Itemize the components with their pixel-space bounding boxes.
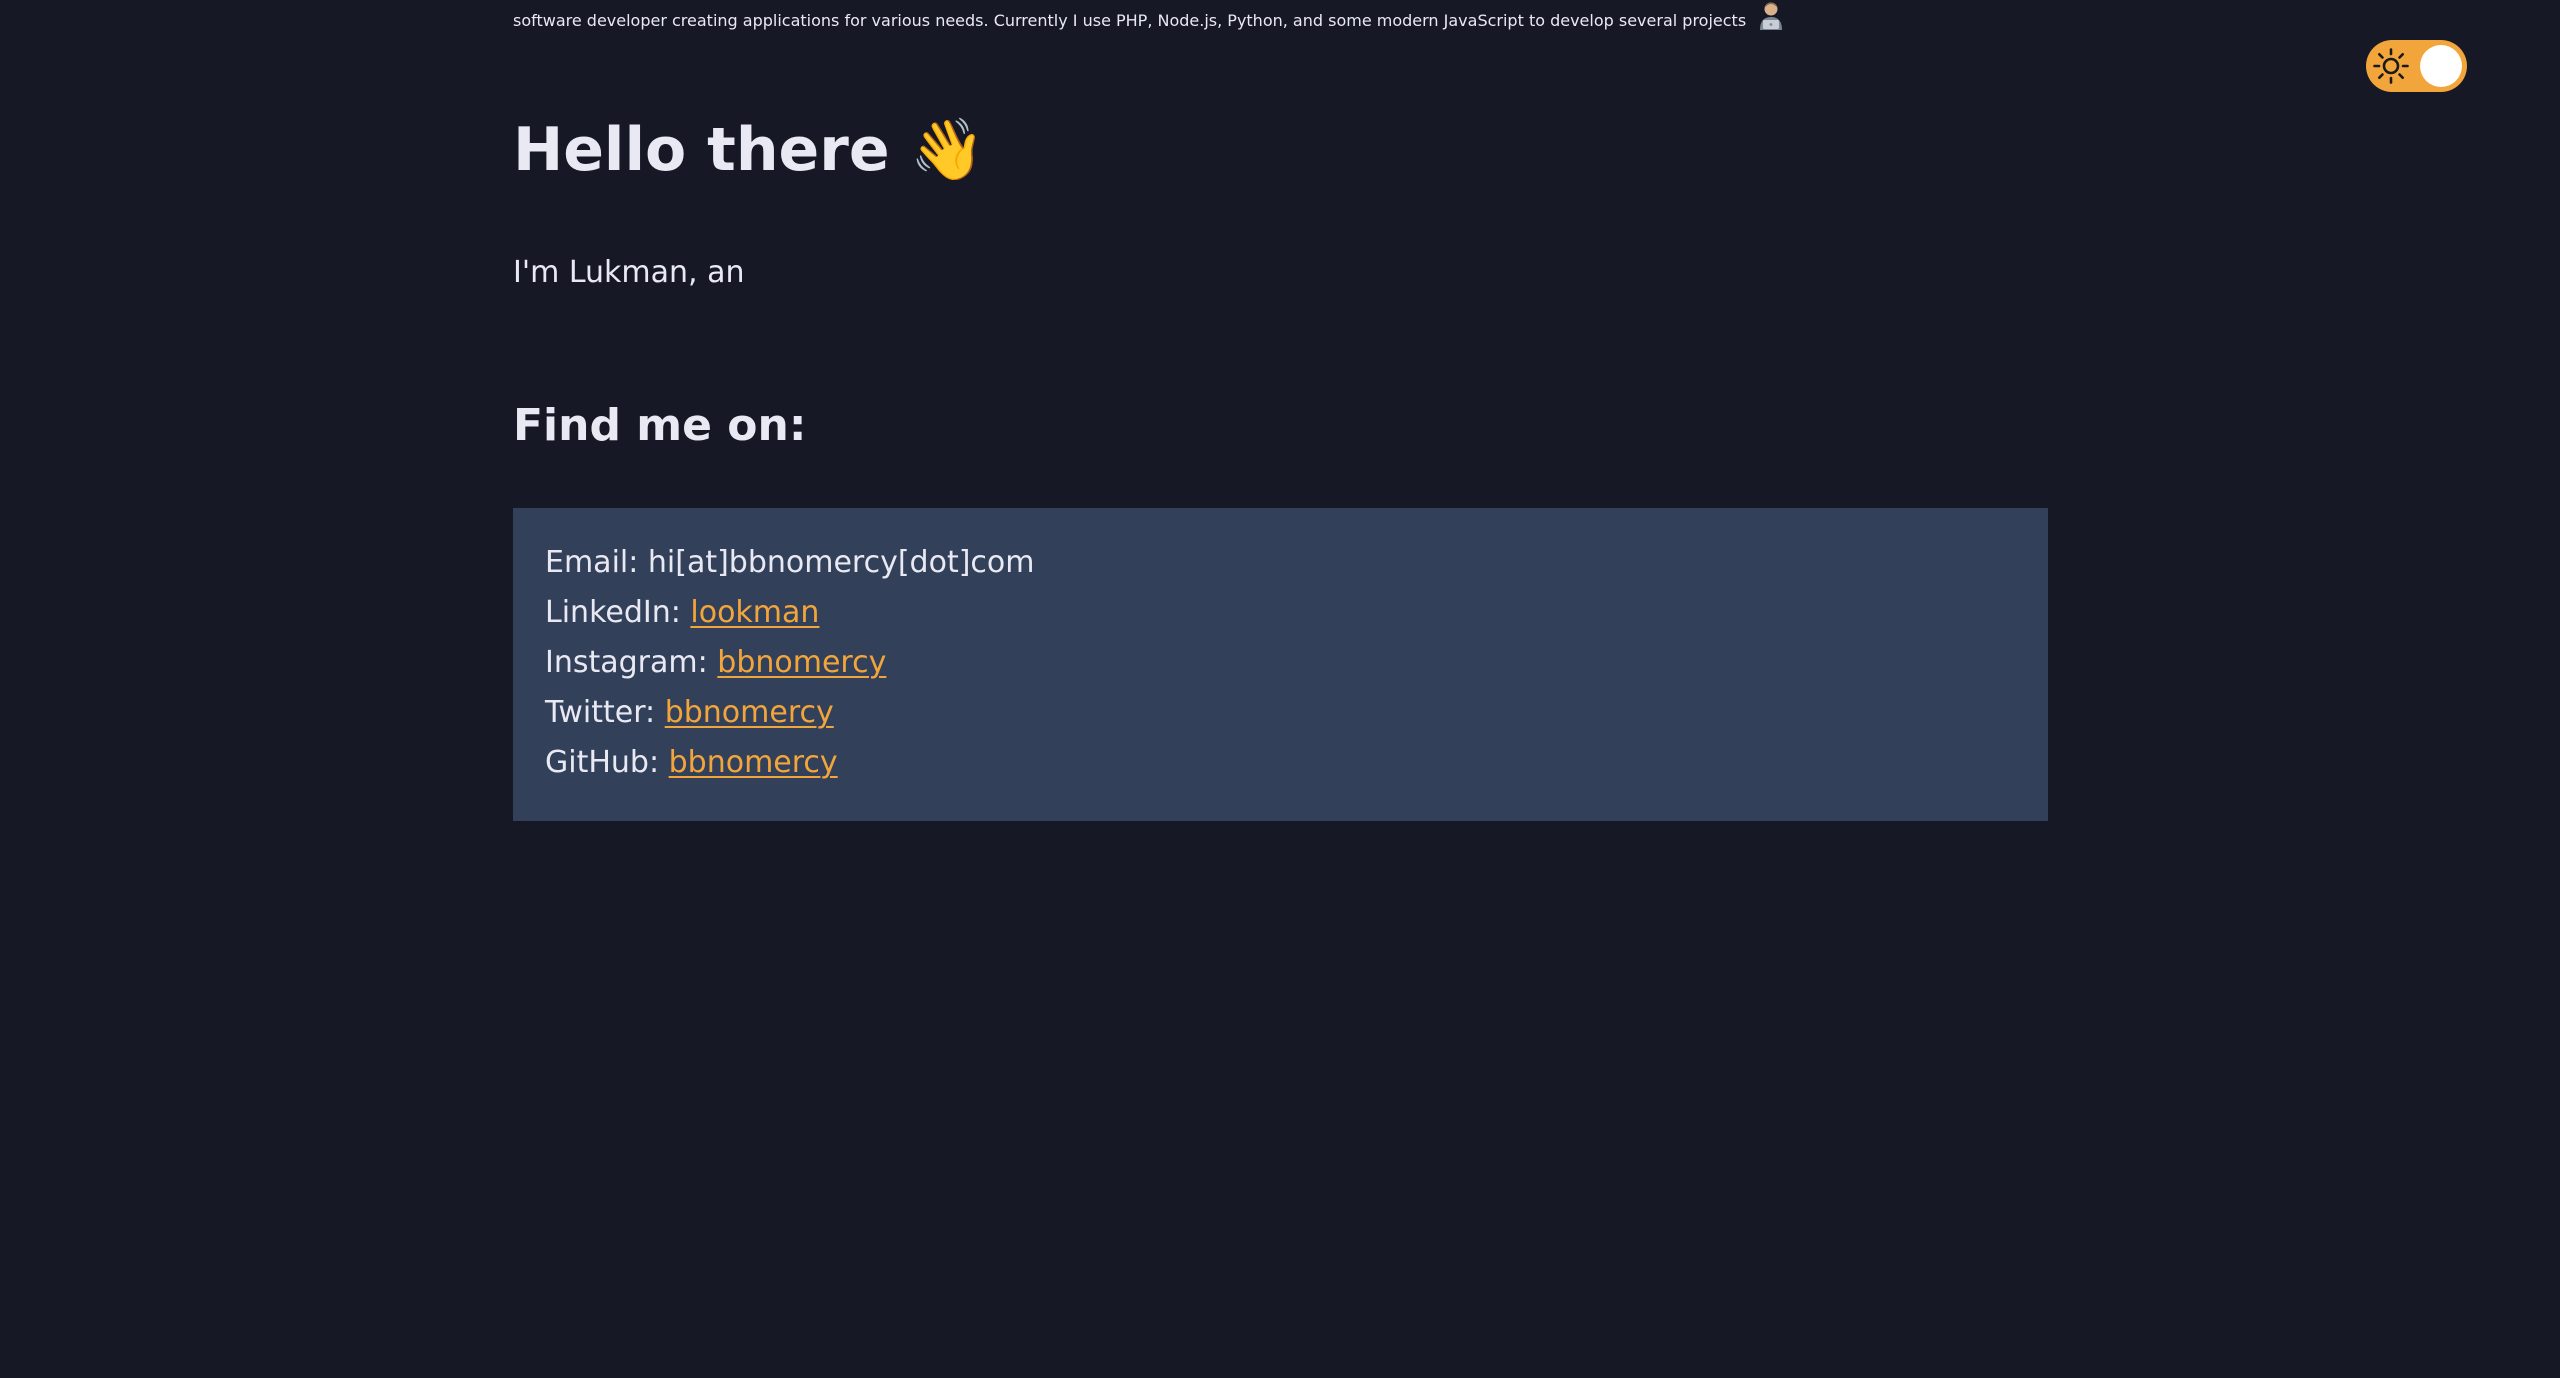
contact-github: GitHub: bbnomercy xyxy=(545,738,2016,788)
page-title: Hello there 👋 xyxy=(513,108,985,192)
contact-box: Email: hi[at]bbnomercy[dot]com LinkedIn:… xyxy=(513,508,2048,821)
twitter-label: Twitter: xyxy=(545,695,656,730)
contact-instagram: Instagram: bbnomercy xyxy=(545,638,2016,688)
page-title-text: Hello there xyxy=(513,115,890,185)
linkedin-label: LinkedIn: xyxy=(545,595,681,630)
main-content: Hello there 👋 I'm Lukman, an software de… xyxy=(513,0,2048,821)
email-label: Email: xyxy=(545,545,639,580)
linkedin-link[interactable]: lookman xyxy=(690,595,819,630)
github-link[interactable]: bbnomercy xyxy=(669,745,838,780)
contact-linkedin: LinkedIn: lookman xyxy=(545,588,2016,638)
contact-email: Email: hi[at]bbnomercy[dot]com xyxy=(545,538,2016,588)
intro-paragraph: I'm Lukman, an xyxy=(513,248,2013,298)
find-me-heading: Find me on: xyxy=(513,400,807,451)
contact-twitter: Twitter: bbnomercy xyxy=(545,688,2016,738)
waving-hand-emoji: 👋 xyxy=(910,115,986,185)
sun-icon xyxy=(2373,48,2409,84)
technologist-icon xyxy=(1760,2,1783,30)
indonesia-flag-icon xyxy=(758,262,788,284)
email-value: hi[at]bbnomercy[dot]com xyxy=(647,545,1035,580)
instagram-label: Instagram: xyxy=(545,645,708,680)
instagram-link[interactable]: bbnomercy xyxy=(717,645,886,680)
intro-text-start: I'm Lukman, an xyxy=(513,255,745,290)
github-label: GitHub: xyxy=(545,745,660,780)
toggle-knob xyxy=(2420,45,2462,87)
intro-text-rest: software developer creating applications… xyxy=(513,11,1747,30)
twitter-link[interactable]: bbnomercy xyxy=(665,695,834,730)
theme-toggle[interactable] xyxy=(2366,40,2467,92)
